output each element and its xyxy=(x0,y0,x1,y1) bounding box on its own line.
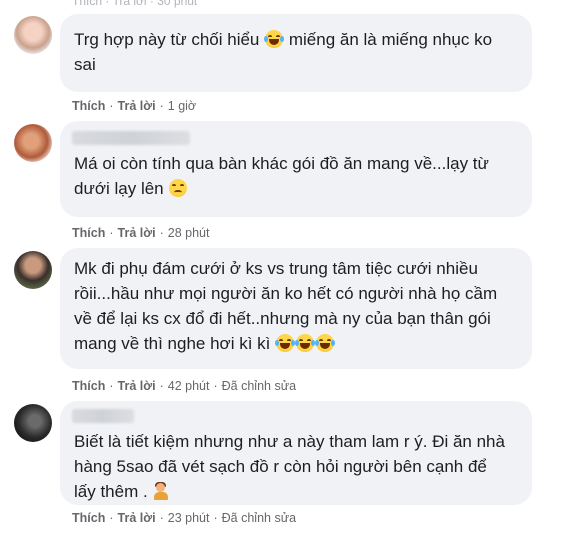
comment-text-line: Mk đi phụ đám cưới ở ks vs trung tâm tiệ… xyxy=(74,259,478,278)
comment-text-line: dưới lạy lên xyxy=(74,179,164,198)
like-link[interactable]: Thích xyxy=(72,511,105,525)
edited-label[interactable]: Đã chỉnh sửa xyxy=(222,379,296,393)
comment-actions: Thích · Trả lời · 23 phút · Đã chỉnh sửa xyxy=(72,511,297,525)
comment-text-line: sai xyxy=(74,55,96,74)
reply-link[interactable]: Trả lời xyxy=(118,99,156,113)
comment-text-line: Biết là tiết kiệm nhưng như a này tham l… xyxy=(74,432,505,451)
person-tipping-hand-icon xyxy=(152,482,170,500)
comment-text-line: miếng ăn là miếng nhục ko xyxy=(288,30,493,49)
comment-text-line: lấy thêm . xyxy=(74,482,148,501)
comment-bubble: Biết là tiết kiệm nhưng như a này tham l… xyxy=(60,401,532,505)
reply-link[interactable]: Trả lời xyxy=(118,226,156,240)
joy-emoji-icon xyxy=(275,334,296,352)
avatar[interactable] xyxy=(14,124,52,162)
like-link[interactable]: Thích xyxy=(72,379,105,393)
comment-bubble: Má oi còn tính qua bàn khác gói đồ ăn ma… xyxy=(60,121,532,217)
avatar[interactable] xyxy=(14,251,52,289)
comment-time[interactable]: 28 phút xyxy=(168,226,210,240)
comment-time[interactable]: 42 phút xyxy=(168,379,210,393)
joy-emoji-icon xyxy=(295,334,316,352)
like-link[interactable]: Thích xyxy=(72,99,105,113)
comment-text-line: Trg hợp này từ chối hiểu xyxy=(74,30,260,49)
reply-link[interactable]: Trả lời xyxy=(118,511,156,525)
avatar[interactable] xyxy=(14,404,52,442)
blurred-author-name[interactable] xyxy=(72,131,190,145)
joy-emoji-icon xyxy=(264,30,285,48)
comment-text-line: Má oi còn tính qua bàn khác gói đồ ăn ma… xyxy=(74,154,489,173)
pensive-emoji-icon xyxy=(169,179,188,197)
comment-text-line: rồii...hầu như mọi người ăn ko hết có ng… xyxy=(74,284,498,303)
comment-actions: Thích · Trả lời · 28 phút xyxy=(72,226,210,240)
blurred-author-name[interactable] xyxy=(72,409,134,423)
comment-text-line: mang về thì nghe hơi kì kì xyxy=(74,334,271,353)
reply-link[interactable]: Trả lời xyxy=(118,379,156,393)
comment-actions: Thích · Trả lời · 42 phút · Đã chỉnh sửa xyxy=(72,379,297,393)
previous-comment-meta: Thích · Trả lời · 30 phút xyxy=(72,0,198,8)
comment-time[interactable]: 23 phút xyxy=(168,511,210,525)
avatar[interactable] xyxy=(14,16,52,54)
comment-text-line: hàng 5sao đã vét sạch đồ r còn hỏi người… xyxy=(74,457,487,476)
comment-text-line: về để lại ks cx đổ đi hết..nhưng mà ny c… xyxy=(74,309,491,328)
comment-bubble: Trg hợp này từ chối hiểu miếng ăn là miế… xyxy=(60,14,532,92)
comment-time[interactable]: 1 giờ xyxy=(168,99,196,113)
like-link[interactable]: Thích xyxy=(72,226,105,240)
joy-emoji-icon xyxy=(315,334,336,352)
comment-bubble: Mk đi phụ đám cưới ở ks vs trung tâm tiệ… xyxy=(60,248,532,369)
comment-actions: Thích · Trả lời · 1 giờ xyxy=(72,99,197,113)
edited-label[interactable]: Đã chỉnh sửa xyxy=(222,511,296,525)
